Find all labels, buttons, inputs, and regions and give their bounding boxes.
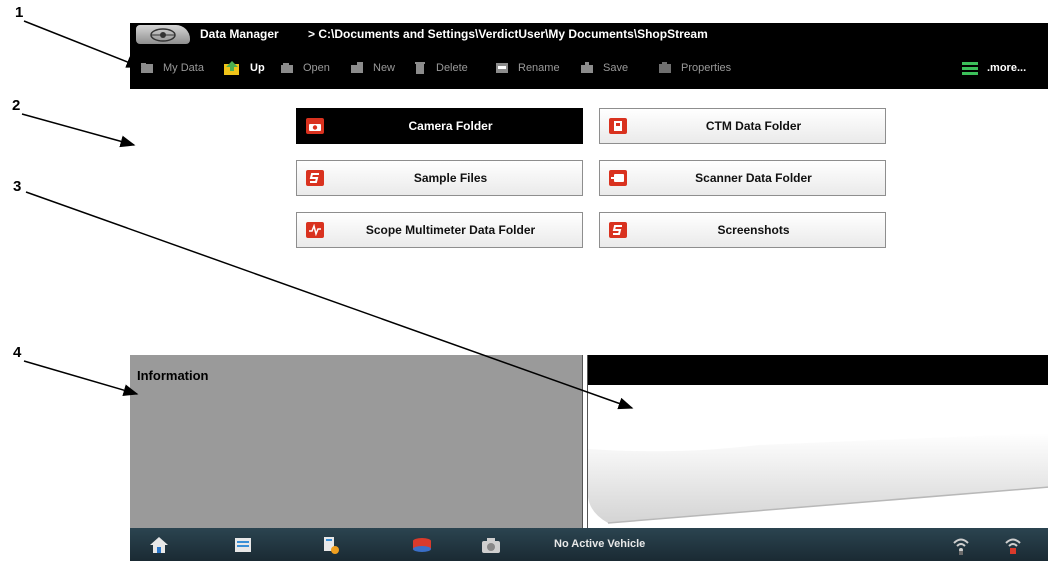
preview-header-bar	[588, 355, 1048, 385]
more-button[interactable]: .more...	[962, 59, 1026, 77]
camera-tool-button[interactable]	[479, 535, 503, 555]
leader-line-4	[23, 360, 139, 396]
screenshots-folder-label: Screenshots	[717, 223, 790, 237]
scope-multimeter-folder-label: Scope Multimeter Data Folder	[365, 223, 536, 237]
stacked-disk-icon	[410, 535, 434, 555]
ctm-icon	[609, 118, 627, 134]
callout-2: 2	[12, 97, 21, 114]
properties-icon	[658, 62, 672, 74]
sample-files-button[interactable]: Sample Files	[296, 160, 583, 196]
new-label: New	[373, 62, 396, 74]
document-icon	[233, 536, 253, 554]
information-heading: Information	[137, 368, 209, 383]
up-button[interactable]: Up	[223, 59, 265, 77]
trash-icon	[413, 62, 427, 74]
more-menu-icon	[962, 61, 978, 75]
camera-icon	[306, 118, 324, 134]
app-title: Data Manager	[200, 27, 279, 41]
current-path: > C:\Documents and Settings\VerdictUser\…	[308, 27, 708, 41]
callout-1: 1	[15, 4, 24, 21]
scan-module-status-button[interactable]	[1001, 535, 1025, 555]
delete-button[interactable]: Delete	[413, 59, 468, 77]
my-data-label: My Data	[163, 62, 204, 74]
ctm-data-folder-button[interactable]: CTM Data Folder	[599, 108, 886, 144]
properties-button[interactable]: Properties	[658, 59, 731, 77]
scan-module-icon	[1002, 535, 1024, 555]
connection-status-button[interactable]	[949, 535, 973, 555]
scanner-data-folder-button[interactable]: Scanner Data Folder	[599, 160, 886, 196]
up-folder-icon	[223, 60, 241, 76]
shopstream-button[interactable]	[410, 535, 434, 555]
snapon-logo-icon	[306, 170, 324, 186]
screenshots-folder-button[interactable]: Screenshots	[599, 212, 886, 248]
vehicle-info-button[interactable]	[231, 535, 255, 555]
scanner-icon	[609, 170, 627, 186]
callout-3: 3	[13, 178, 22, 195]
preview-thumbnail	[588, 433, 1048, 524]
new-icon	[350, 62, 364, 74]
up-label: Up	[250, 62, 265, 74]
more-label: .more...	[987, 62, 1027, 74]
my-data-button[interactable]: My Data	[140, 59, 204, 77]
open-button[interactable]: Open	[280, 59, 330, 77]
new-button[interactable]: New	[350, 59, 395, 77]
toolbar: My Data Up Open New Delete Rename Save P…	[130, 47, 1048, 89]
properties-label: Properties	[681, 62, 732, 74]
camera-folder-label: Camera Folder	[408, 119, 493, 133]
open-icon	[280, 62, 294, 74]
data-manager-window: Data Manager > C:\Documents and Settings…	[130, 23, 1048, 561]
leader-line-1	[23, 20, 142, 68]
active-vehicle-status: No Active Vehicle	[554, 538, 646, 550]
callout-4: 4	[13, 344, 22, 361]
home-icon	[148, 535, 170, 555]
snapon-logo-icon	[609, 222, 627, 238]
scope-icon	[306, 222, 324, 238]
leader-line-2	[21, 113, 136, 148]
app-logo-icon[interactable]	[136, 25, 190, 44]
save-icon	[580, 62, 594, 74]
data-tools-button[interactable]	[319, 535, 343, 555]
folder-area: Camera Folder CTM Data Folder Sample Fil…	[130, 89, 1048, 355]
tools-icon	[321, 535, 341, 555]
information-panel: Information	[130, 355, 583, 528]
scanner-data-folder-label: Scanner Data Folder	[695, 171, 812, 185]
home-button[interactable]	[147, 535, 171, 555]
rename-label: Rename	[518, 62, 560, 74]
scope-multimeter-folder-button[interactable]: Scope Multimeter Data Folder	[296, 212, 583, 248]
rename-button[interactable]: Rename	[495, 59, 560, 77]
open-label: Open	[303, 62, 330, 74]
my-data-icon	[140, 62, 154, 74]
save-button[interactable]: Save	[580, 59, 628, 77]
delete-label: Delete	[436, 62, 468, 74]
rename-icon	[495, 62, 509, 74]
bottom-status-bar: No Active Vehicle	[130, 528, 1048, 561]
sample-files-label: Sample Files	[413, 171, 488, 185]
wireless-signal-icon	[950, 535, 972, 555]
camera-folder-button[interactable]: Camera Folder	[296, 108, 583, 144]
preview-panel	[587, 355, 1048, 528]
ctm-data-folder-label: CTM Data Folder	[705, 119, 802, 133]
title-bar: Data Manager > C:\Documents and Settings…	[130, 23, 1048, 47]
save-label: Save	[603, 62, 629, 74]
camera-tool-icon	[480, 535, 502, 555]
